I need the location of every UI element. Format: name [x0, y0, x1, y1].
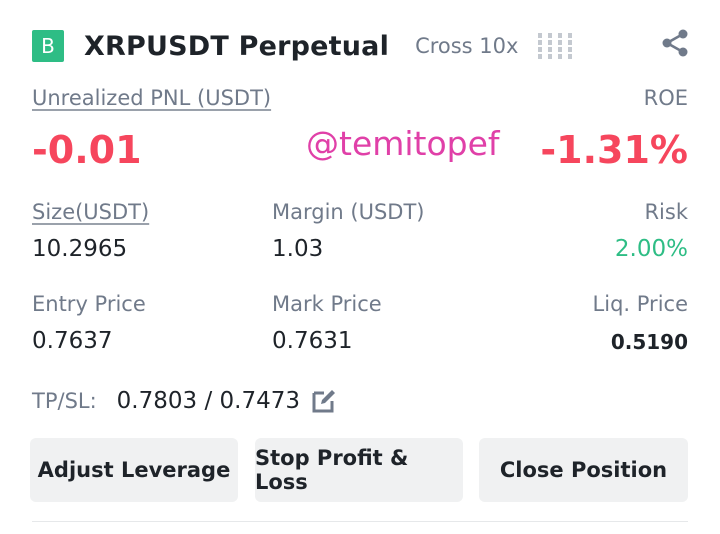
watermark-text: @temitopef [306, 124, 500, 163]
side-badge: B [32, 30, 64, 62]
size-value: 10.2965 [32, 236, 128, 262]
stop-profit-loss-button[interactable]: Stop Profit & Loss [255, 438, 463, 502]
liq-price-value: 0.5190 [610, 330, 688, 354]
liq-price-label: Liq. Price [592, 292, 688, 316]
margin-mode-label[interactable]: Cross 10x [415, 34, 518, 58]
roe-value: -1.31% [540, 128, 688, 172]
unrealized-pnl-label[interactable]: Unrealized PNL (USDT) [32, 86, 271, 110]
size-label[interactable]: Size(USDT) [32, 200, 149, 224]
edit-icon[interactable] [310, 387, 338, 415]
entry-price-value: 0.7637 [32, 328, 113, 354]
mark-price-value: 0.7631 [272, 328, 353, 354]
risk-label: Risk [644, 200, 688, 224]
unrealized-pnl-value: -0.01 [32, 128, 142, 172]
symbol-title[interactable]: XRPUSDT Perpetual [84, 31, 389, 62]
tpsl-row: TP/SL: 0.7803 / 0.7473 [32, 384, 338, 418]
margin-label: Margin (USDT) [272, 200, 425, 224]
mark-price-label: Mark Price [272, 292, 382, 316]
share-icon[interactable] [660, 28, 690, 58]
adjust-leverage-button[interactable]: Adjust Leverage [30, 438, 238, 502]
close-position-button[interactable]: Close Position [479, 438, 688, 502]
position-header: B XRPUSDT Perpetual Cross 10x [32, 26, 692, 66]
tpsl-value: 0.7803 / 0.7473 [116, 388, 300, 414]
risk-value: 2.00% [614, 236, 688, 262]
bottom-divider [32, 521, 688, 522]
entry-price-label: Entry Price [32, 292, 146, 316]
margin-value: 1.03 [272, 236, 324, 262]
roe-label: ROE [643, 86, 688, 110]
tpsl-label: TP/SL: [32, 389, 97, 413]
risk-bars-icon [538, 33, 573, 59]
